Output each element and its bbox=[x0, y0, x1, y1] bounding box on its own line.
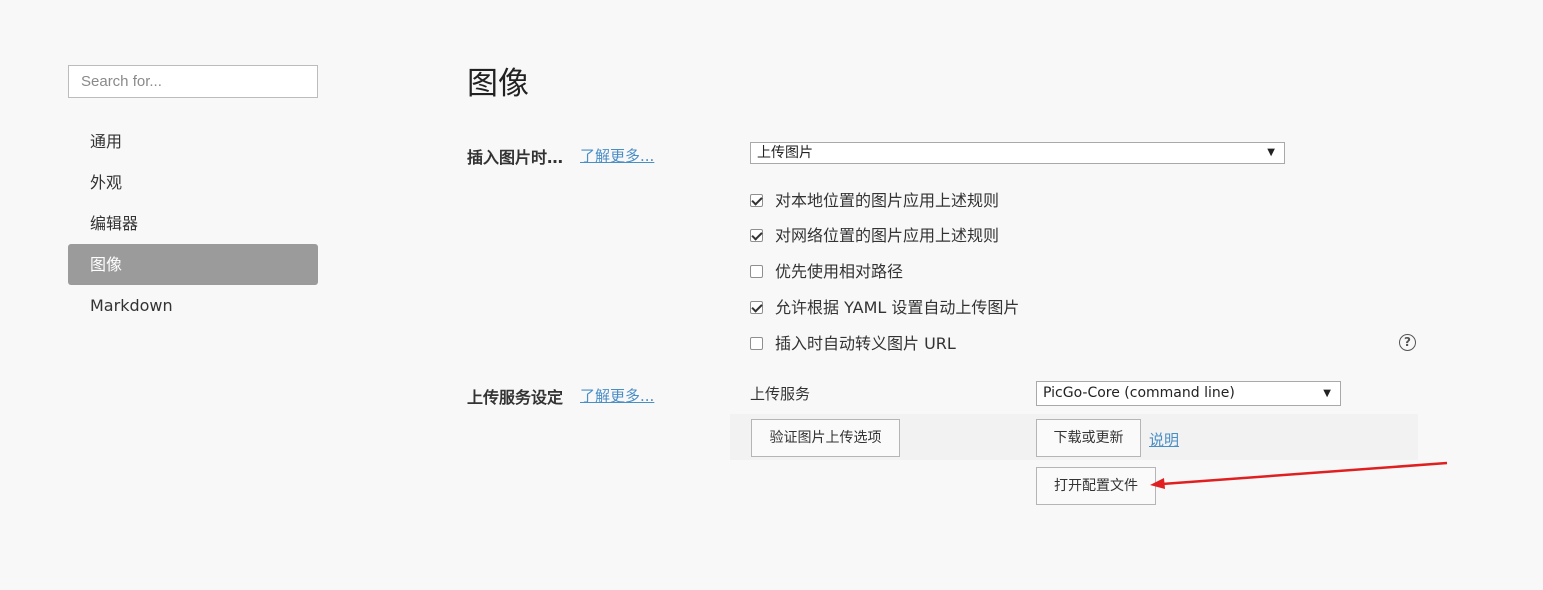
upload-service-select-value: PicGo-Core (command line) bbox=[1043, 385, 1235, 401]
annotation-arrow bbox=[1150, 461, 1448, 489]
insert-image-section-label: 插入图片时… bbox=[467, 148, 564, 167]
network-images-checkbox[interactable] bbox=[750, 229, 763, 242]
insert-action-select-value: 上传图片 bbox=[757, 145, 813, 161]
upload-service-section-label: 上传服务设定 bbox=[467, 388, 564, 407]
insert-learn-more-link[interactable]: 了解更多... bbox=[580, 145, 654, 166]
local-images-label: 对本地位置的图片应用上述规则 bbox=[775, 191, 1000, 210]
yaml-upload-checkbox[interactable] bbox=[750, 301, 763, 314]
sidebar-item-markdown[interactable]: Markdown bbox=[68, 285, 318, 326]
page-title: 图像 bbox=[467, 66, 529, 102]
network-images-label: 对网络位置的图片应用上述规则 bbox=[775, 226, 1000, 245]
local-images-checkbox[interactable] bbox=[750, 194, 763, 207]
annotation-arrow-line bbox=[1161, 461, 1448, 486]
chevron-down-icon: ▼ bbox=[1323, 388, 1331, 399]
verify-upload-button[interactable]: 验证图片上传选项 bbox=[751, 419, 900, 457]
question-circle-icon[interactable]: ? bbox=[1399, 334, 1416, 351]
explain-link[interactable]: 说明 bbox=[1149, 429, 1179, 450]
sidebar-nav: 通用 外观 编辑器 图像 Markdown bbox=[68, 121, 318, 326]
upload-learn-more-link[interactable]: 了解更多... bbox=[580, 385, 654, 406]
escape-url-checkbox[interactable] bbox=[750, 337, 763, 350]
upload-service-label: 上传服务 bbox=[750, 385, 811, 403]
relative-path-checkbox[interactable] bbox=[750, 265, 763, 278]
annotation-arrow-head bbox=[1150, 478, 1165, 489]
chevron-down-icon: ▼ bbox=[1267, 147, 1275, 158]
sidebar-item-editor[interactable]: 编辑器 bbox=[68, 203, 318, 244]
escape-url-label: 插入时自动转义图片 URL bbox=[775, 334, 956, 353]
download-update-button[interactable]: 下载或更新 bbox=[1036, 419, 1141, 457]
search-input[interactable] bbox=[68, 65, 318, 98]
sidebar-item-appearance[interactable]: 外观 bbox=[68, 162, 318, 203]
sidebar-item-image[interactable]: 图像 bbox=[68, 244, 318, 285]
insert-action-select[interactable]: 上传图片 ▼ bbox=[750, 142, 1285, 164]
relative-path-label: 优先使用相对路径 bbox=[775, 262, 904, 281]
upload-service-select[interactable]: PicGo-Core (command line) ▼ bbox=[1036, 381, 1341, 406]
sidebar-item-general[interactable]: 通用 bbox=[68, 121, 318, 162]
open-config-file-button[interactable]: 打开配置文件 bbox=[1036, 467, 1156, 505]
yaml-upload-label: 允许根据 YAML 设置自动上传图片 bbox=[775, 298, 1020, 317]
